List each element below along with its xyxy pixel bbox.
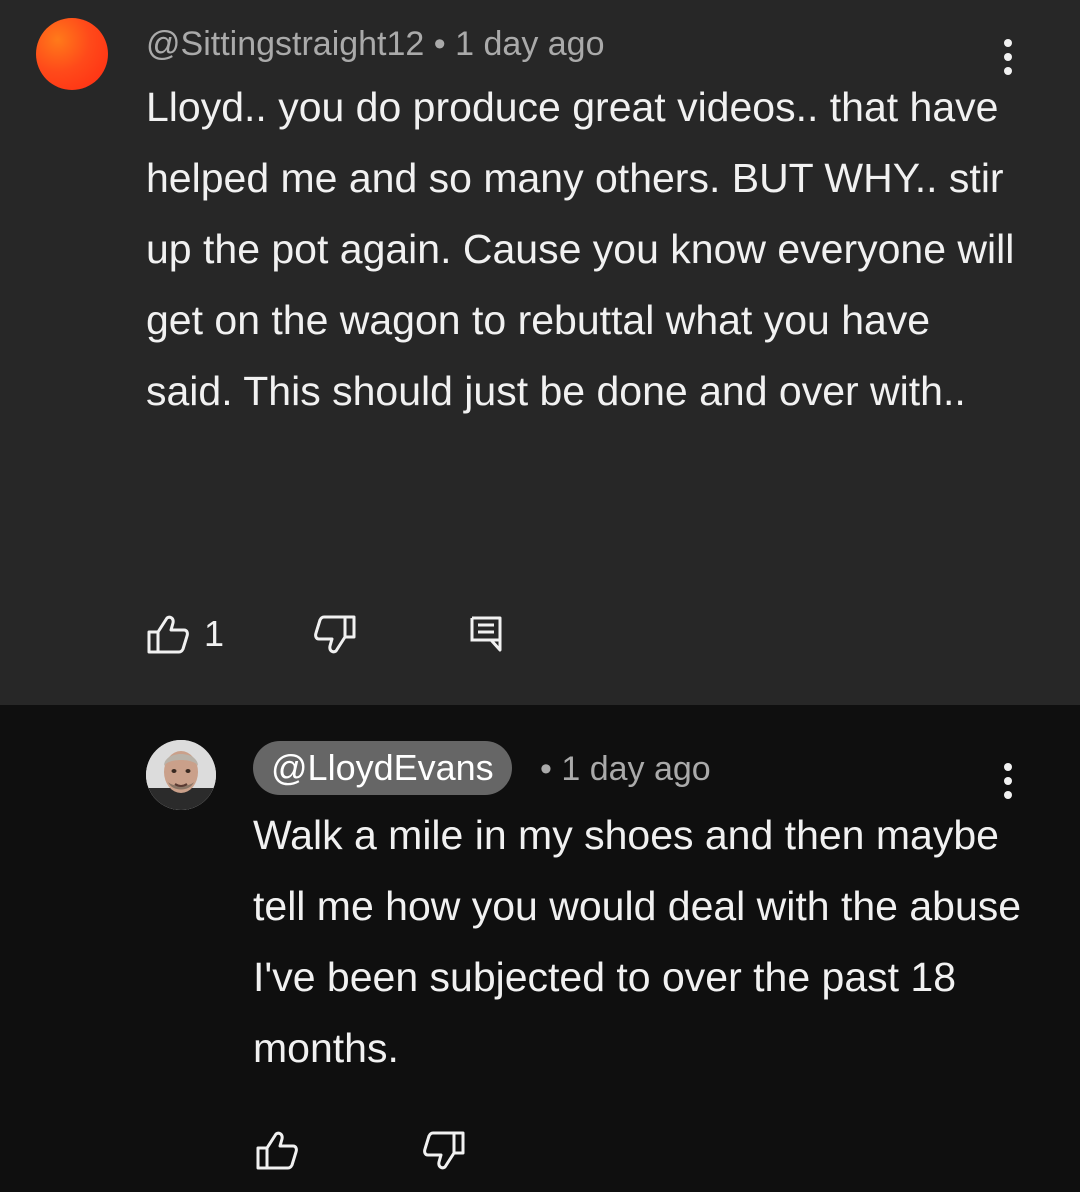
comment-card: @Sittingstraight12 • 1 day ago Lloyd.. y… [0, 0, 1080, 705]
comment-time: 1 day ago [455, 25, 605, 63]
reply-text: Walk a mile in my shoes and then maybe t… [253, 812, 1022, 1071]
more-vert-icon[interactable] [998, 759, 1018, 803]
thumbs-down-icon[interactable] [313, 615, 357, 655]
meta-separator: • [540, 750, 552, 788]
meta-separator: • [433, 25, 446, 63]
thumbs-down-icon[interactable] [422, 1131, 466, 1171]
thumbs-up-icon[interactable] [255, 1130, 299, 1170]
comment-meta: @Sittingstraight12 • 1 day ago [146, 22, 605, 66]
profile-photo [146, 740, 216, 810]
avatar[interactable] [36, 18, 108, 90]
comment-author[interactable]: @Sittingstraight12 [146, 25, 424, 63]
thumbs-up-icon[interactable] [146, 614, 190, 654]
like-count: 1 [204, 613, 225, 654]
reply-icon[interactable] [469, 615, 503, 653]
reply-author-badge[interactable]: @LloydEvans [253, 741, 512, 795]
comment-text: Lloyd.. you do produce great videos.. th… [146, 84, 1015, 414]
reply-time: 1 day ago [561, 750, 711, 788]
reply-meta: • 1 day ago [540, 747, 711, 791]
avatar[interactable] [146, 740, 216, 810]
